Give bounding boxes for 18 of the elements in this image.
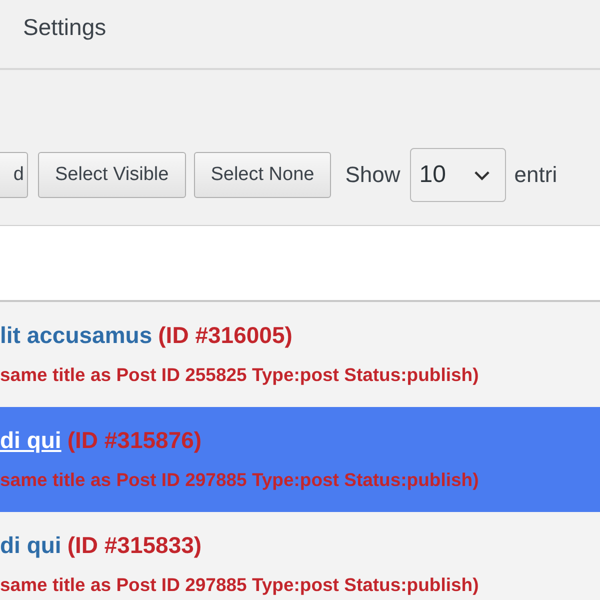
post-link[interactable]: di qui: [0, 532, 62, 558]
duplicate-note: same title as Post ID 297885 Type:post Status:publish): [0, 574, 480, 596]
result-row[interactable]: di qui (ID #315876) same title as Post ID 297885 Type:post Status:publish): [0, 407, 600, 512]
post-id: (ID #315833): [67, 532, 202, 558]
post-id: (ID #316005): [158, 322, 292, 348]
post-id: (ID #315876): [67, 427, 202, 453]
page-title: Settings: [23, 14, 106, 40]
post-link[interactable]: di qui: [0, 427, 62, 453]
entries-label: entri: [514, 162, 558, 188]
toolbar-button[interactable]: Select None: [194, 152, 332, 198]
toolbar-button[interactable]: Select Visible: [38, 152, 186, 198]
chevron-down-icon: [473, 170, 492, 180]
show-label: Show: [345, 162, 400, 188]
post-link[interactable]: lit accusamus: [0, 322, 152, 348]
page-size-select[interactable]: 10: [410, 148, 506, 202]
toolbar-button[interactable]: d: [0, 152, 28, 198]
duplicate-note: same title as Post ID 255825 Type:post Status:publish): [0, 364, 480, 386]
duplicate-note: same title as Post ID 297885 Type:post Status:publish): [0, 469, 480, 491]
